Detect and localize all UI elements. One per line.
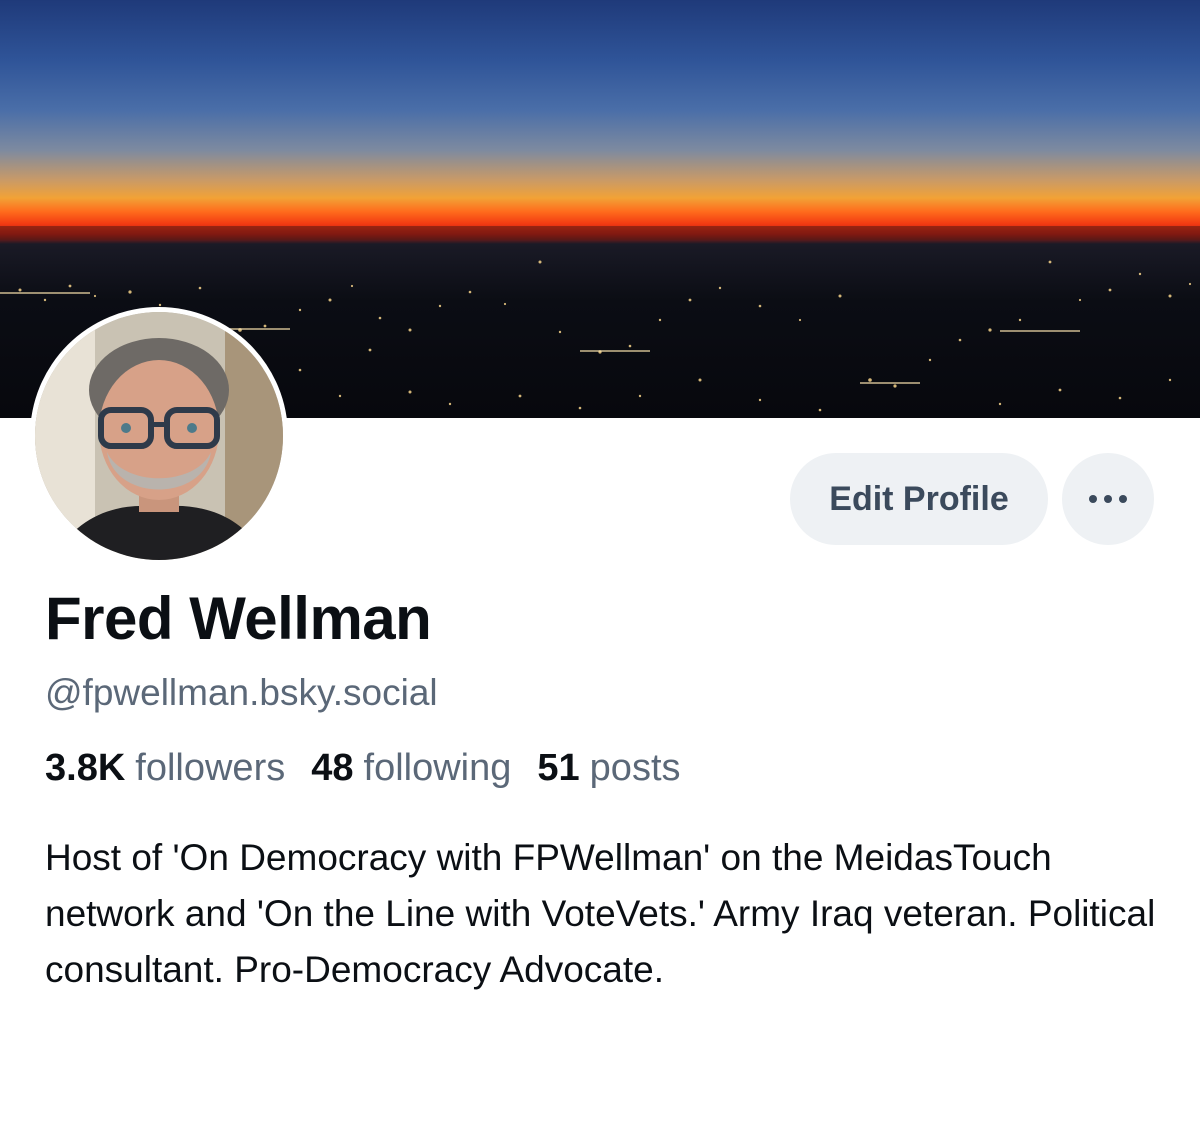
profile-handle: @fpwellman.bsky.social bbox=[45, 672, 438, 713]
following-stat[interactable]: 48 following bbox=[311, 745, 511, 791]
posts-label: posts bbox=[589, 747, 681, 789]
followers-label: followers bbox=[135, 747, 286, 789]
posts-count: 51 bbox=[537, 747, 580, 789]
followers-stat[interactable]: 3.8K followers bbox=[45, 745, 285, 791]
posts-stat: 51 posts bbox=[537, 745, 680, 791]
following-count: 48 bbox=[311, 747, 354, 789]
following-label: following bbox=[363, 747, 512, 789]
profile-stats: 3.8K followers 48 following 51 posts bbox=[45, 745, 707, 791]
more-options-button[interactable] bbox=[1062, 453, 1154, 545]
edit-profile-button[interactable]: Edit Profile bbox=[790, 453, 1048, 545]
display-name: Fred Wellman bbox=[45, 585, 432, 652]
ellipsis-icon bbox=[1089, 495, 1127, 503]
avatar-image bbox=[35, 312, 283, 560]
profile-bio: Host of 'On Democracy with FPWellman' on… bbox=[45, 837, 1156, 990]
followers-count: 3.8K bbox=[45, 747, 126, 789]
avatar[interactable] bbox=[30, 307, 288, 565]
